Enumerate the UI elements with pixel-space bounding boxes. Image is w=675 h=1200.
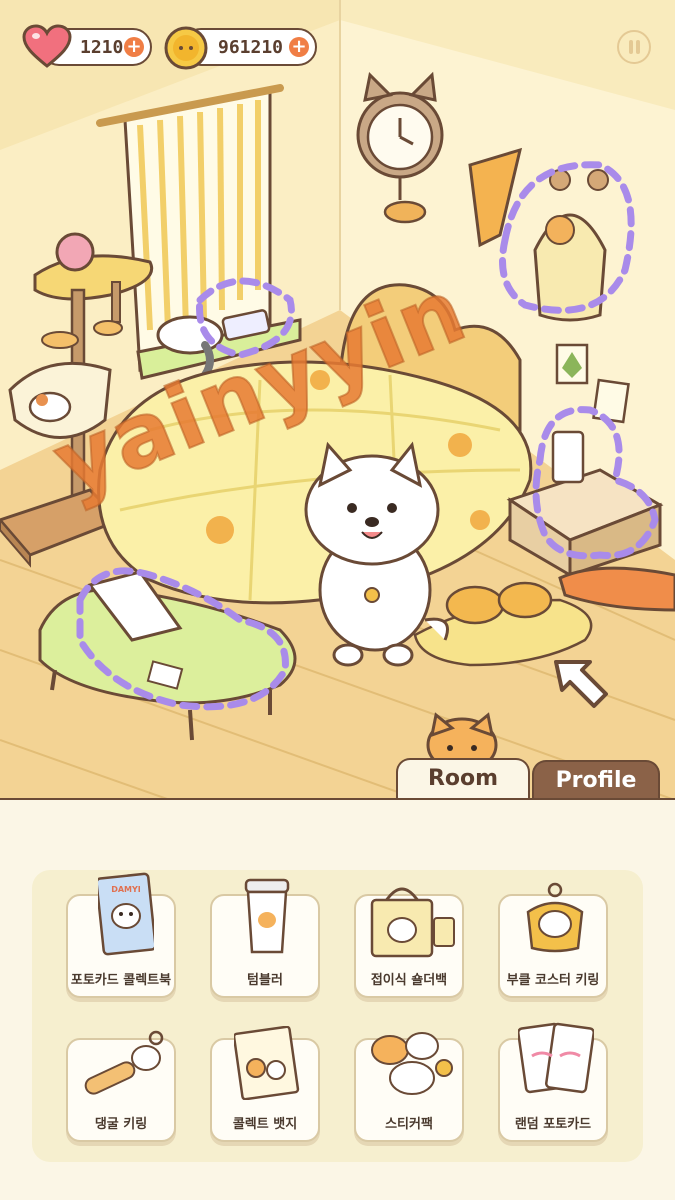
collect-badge-icon (234, 1026, 300, 1100)
photocard-book-brand: DAMYI (111, 885, 141, 894)
divider (0, 798, 675, 800)
shop-item-coaster-keyring[interactable]: 부클 코스터 키링 (498, 882, 608, 998)
shop-item-label: 접이식 숄더백 (370, 973, 448, 988)
coaster-keyring-icon (526, 882, 584, 953)
random-photocard-icon (518, 1022, 594, 1094)
coin-icon (164, 26, 208, 70)
tab-profile[interactable]: Profile (532, 760, 660, 800)
shop-item-label: 스티커팩 (385, 1117, 433, 1132)
shop-item-tumbler[interactable]: 텀블러 (210, 878, 320, 998)
shop-item-label: 포토카드 콜렉트북 (70, 973, 172, 988)
shop-item-label: 콜렉트 뱃지 (232, 1117, 298, 1132)
shop-item-shoulder-bag[interactable]: 접이식 숄더백 (354, 887, 464, 998)
shop-item-rolling-keyring[interactable]: 댕굴 키링 (66, 1030, 176, 1142)
shop-item-photocard-book[interactable]: DAMYI 포토카드 콜렉트북 (66, 872, 176, 998)
shop-item-random-photocard[interactable]: 랜덤 포토카드 (498, 1022, 608, 1142)
photocard-book-icon: DAMYI (98, 872, 154, 956)
tumbler-icon (244, 878, 290, 954)
shop-item-label: 부클 코스터 키링 (506, 973, 600, 988)
pause-button[interactable] (617, 30, 651, 64)
shoulder-bag-icon (370, 887, 455, 958)
hearts-value: 1210 (80, 37, 124, 58)
room-scene: yainyyin 1210 + 961210 + Room Profile (0, 0, 675, 800)
shop-item-collect-badge[interactable]: 콜렉트 뱃지 (210, 1026, 320, 1142)
tab-room[interactable]: Room (396, 758, 530, 800)
sticker-pack-icon (371, 1032, 453, 1095)
coins-value: 961210 (218, 37, 284, 58)
add-coins-button[interactable]: + (289, 37, 309, 57)
add-hearts-button[interactable]: + (124, 37, 144, 57)
shop-item-label: 텀블러 (247, 973, 283, 988)
heart-icon (22, 24, 72, 68)
shop-item-label: 랜덤 포토카드 (514, 1117, 592, 1132)
shop-item-sticker-pack[interactable]: 스티커팩 (354, 1032, 464, 1142)
rolling-keyring-icon (84, 1030, 164, 1095)
shop-item-label: 댕굴 키링 (94, 1117, 148, 1132)
shop-panel: DAMYI 포토카드 콜렉트북 텀블러 접이식 숄더백 부클 코스터 키링 댕굴… (32, 870, 643, 1162)
